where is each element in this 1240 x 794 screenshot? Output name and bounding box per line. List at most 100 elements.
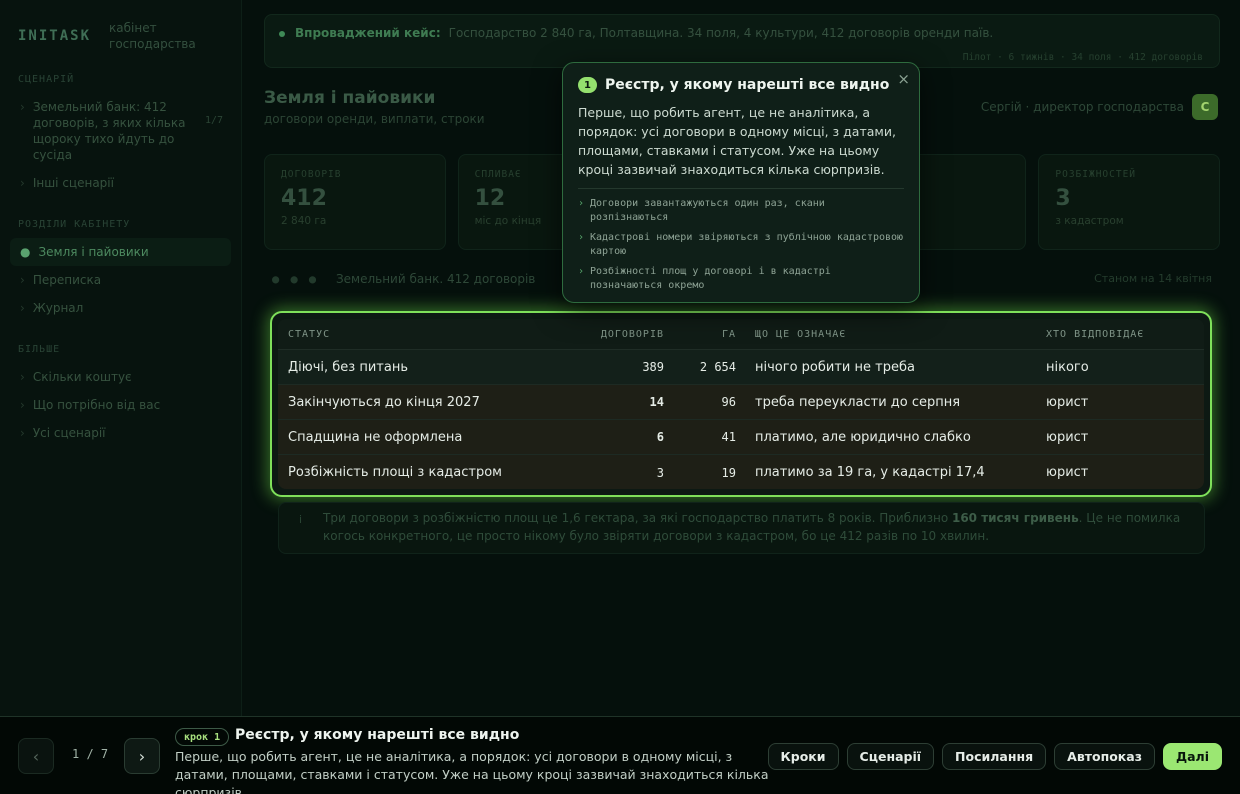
highlighted-registry-table: Статус Договорів Га Що це означає Хто ві… xyxy=(270,311,1212,497)
popover-title: Реєстр, у якому нарешті все видно xyxy=(605,77,890,93)
chevron-right-icon: › xyxy=(20,426,25,440)
popover-points: Договори завантажуються один раз, скани … xyxy=(578,197,904,293)
cell-meaning: нічого робити не треба xyxy=(755,359,915,375)
sidebar-item-label: Земля і пайовики xyxy=(38,245,149,259)
page-title: Земля і пайовики xyxy=(264,88,436,108)
sidebar-section-title: Більше xyxy=(18,344,61,355)
popover-title-row: 1 Реєстр, у якому нарешті все видно xyxy=(578,77,904,93)
table-header: Статус Договорів Га Що це означає Хто ві… xyxy=(278,319,1204,350)
previous-step-button[interactable]: ‹ xyxy=(18,738,54,774)
step-description: Перше, що робить агент, це не аналітика,… xyxy=(175,749,769,794)
stat-card: Розбіжностей 3 з кадастром xyxy=(1038,154,1220,250)
stat-card-label: Договорів xyxy=(281,169,342,180)
step-title: Реєстр, у якому нарешті все видно xyxy=(235,727,520,743)
scenarios-button[interactable]: Сценарії xyxy=(846,743,935,770)
stat-card-value: 3 xyxy=(1055,186,1071,211)
divider xyxy=(578,188,904,189)
stat-card-sub: з кадастром xyxy=(1055,215,1124,227)
info-icon: i xyxy=(299,513,303,526)
chevron-right-icon: › xyxy=(20,301,25,315)
cell-hectares: 19 xyxy=(721,465,736,480)
sidebar-item-label: Журнал xyxy=(32,301,84,315)
banner-label: Впроваджений кейс: xyxy=(295,26,441,40)
breadcrumb-text: Земельний банк. 412 договорів xyxy=(335,272,536,286)
chevron-right-icon: › xyxy=(20,176,25,190)
cell-owner: юрист xyxy=(1046,429,1089,445)
column-header-contracts[interactable]: Договорів xyxy=(588,329,664,340)
next-step-arrow-button[interactable]: › xyxy=(124,738,160,774)
note-text: Три договори з розбіжністю площ це 1,6 г… xyxy=(323,511,952,525)
scenario-step-count: 1/7 xyxy=(204,115,223,126)
cell-contracts: 6 xyxy=(656,430,664,444)
step-tag: крок 1 xyxy=(175,728,230,746)
avatar[interactable]: С xyxy=(1192,94,1218,120)
sidebar-item-label: Інші сценарії xyxy=(32,176,114,190)
column-header-meaning[interactable]: Що це означає xyxy=(736,329,1046,340)
info-note: i Три договори з розбіжністю площ це 1,6… xyxy=(278,502,1205,554)
popover-point: Розбіжності площ у договорі і в кадастрі… xyxy=(578,265,904,293)
as-of-date: Станом на 14 квітня xyxy=(1094,272,1212,285)
user-block[interactable]: Сергій · директор господарства С xyxy=(981,94,1218,120)
cell-hectares: 96 xyxy=(721,395,736,409)
registry-table: Статус Договорів Га Що це означає Хто ві… xyxy=(278,319,1204,489)
note-highlight: 160 тисяч гривень xyxy=(951,511,1079,525)
sidebar: INITASK кабінет господарства Сценарій › … xyxy=(0,0,242,716)
table-row[interactable]: Розбіжність площі з кадастром 3 19 плати… xyxy=(278,455,1204,489)
cell-status: Спадщина не оформлена xyxy=(288,429,463,445)
stat-card-value: 412 xyxy=(281,186,327,211)
sidebar-item-label: Скільки коштує xyxy=(32,370,132,384)
brand-subtitle: кабінет господарства xyxy=(109,21,196,51)
steps-button[interactable]: Кроки xyxy=(767,743,839,770)
sidebar-item-all-scenarios[interactable]: › Усі сценарії xyxy=(10,419,231,447)
popover-body: Перше, що робить агент, це не аналітика,… xyxy=(578,105,896,177)
table-row[interactable]: Закінчуються до кінця 2027 14 96 треба п… xyxy=(278,385,1204,420)
sidebar-item-other-scenarios[interactable]: › Інші сценарії xyxy=(10,169,231,197)
step-counter: 1 / 7 xyxy=(72,747,109,761)
sidebar-item-requirements[interactable]: › Що потрібно від вас xyxy=(10,391,231,419)
sidebar-section-title: Розділи кабінету xyxy=(18,219,131,230)
sidebar-item-label: Земельний банк: 412 договорів, з яких кі… xyxy=(32,100,186,162)
cell-contracts: 14 xyxy=(649,395,664,409)
sidebar-item-scenario[interactable]: › Земельний банк: 412 договорів, з яких … xyxy=(10,93,231,169)
banner-meta: Пілот · 6 тижнів · 34 поля · 412 договор… xyxy=(962,52,1203,63)
tour-control-bar: ‹ 1 / 7 › крок 1 Реєстр, у якому нарешті… xyxy=(0,716,1240,794)
sidebar-item-pricing[interactable]: › Скільки коштує xyxy=(10,363,231,391)
sidebar-item-label: Переписка xyxy=(32,273,102,287)
autoplay-button[interactable]: Автопоказ xyxy=(1054,743,1155,770)
sidebar-item-label: Усі сценарії xyxy=(32,426,106,440)
sidebar-item-correspondence[interactable]: › Переписка xyxy=(10,266,231,294)
chevron-right-icon: › xyxy=(20,398,25,412)
table-row[interactable]: Діючі, без питань 389 2 654 нічого робит… xyxy=(278,350,1204,385)
column-header-status[interactable]: Статус xyxy=(278,329,588,340)
page-subtitle: договори оренди, виплати, строки xyxy=(264,112,485,126)
sidebar-item-journal[interactable]: › Журнал xyxy=(10,294,231,322)
column-header-owner[interactable]: Хто відповідає xyxy=(1046,329,1204,340)
cell-contracts: 389 xyxy=(642,360,664,374)
cell-meaning: платимо за 19 га, у кадастрі 17,4 xyxy=(755,465,985,480)
cell-contracts: 3 xyxy=(656,465,664,480)
sidebar-item-land[interactable]: ● Земля і пайовики xyxy=(10,238,231,266)
chevron-right-icon: › xyxy=(20,273,25,287)
next-button[interactable]: Далі xyxy=(1162,743,1222,770)
popover-point: Договори завантажуються один раз, скани … xyxy=(578,197,904,225)
cell-status: Розбіжність площі з кадастром xyxy=(288,465,502,480)
popover-point: Кадастрові номери звіряються з публічною… xyxy=(578,231,904,259)
cell-hectares: 2 654 xyxy=(699,360,736,374)
close-icon[interactable]: × xyxy=(897,70,910,88)
active-dot-icon: ● xyxy=(20,245,31,259)
status-dot-icon xyxy=(279,30,285,37)
step-number-badge: 1 xyxy=(578,77,597,93)
column-header-hectares[interactable]: Га xyxy=(664,329,736,340)
stat-card: Договорів 412 2 840 га xyxy=(264,154,446,250)
chevron-right-icon: › xyxy=(20,370,25,384)
window-dots-icon: ● ● ● xyxy=(272,272,319,286)
table-row[interactable]: Спадщина не оформлена 6 41 платимо, але … xyxy=(278,420,1204,455)
cell-owner: юрист xyxy=(1046,465,1089,480)
cell-owner: нікого xyxy=(1046,359,1089,375)
stat-card-sub: 2 840 га xyxy=(281,215,327,227)
brand-logo[interactable]: INITASK xyxy=(18,28,91,44)
links-button[interactable]: Посилання xyxy=(942,743,1047,770)
cell-meaning: треба переукласти до серпня xyxy=(755,394,961,410)
cell-meaning: платимо, але юридично слабко xyxy=(755,429,971,445)
step-popover: 1 Реєстр, у якому нарешті все видно × Пе… xyxy=(562,62,920,303)
